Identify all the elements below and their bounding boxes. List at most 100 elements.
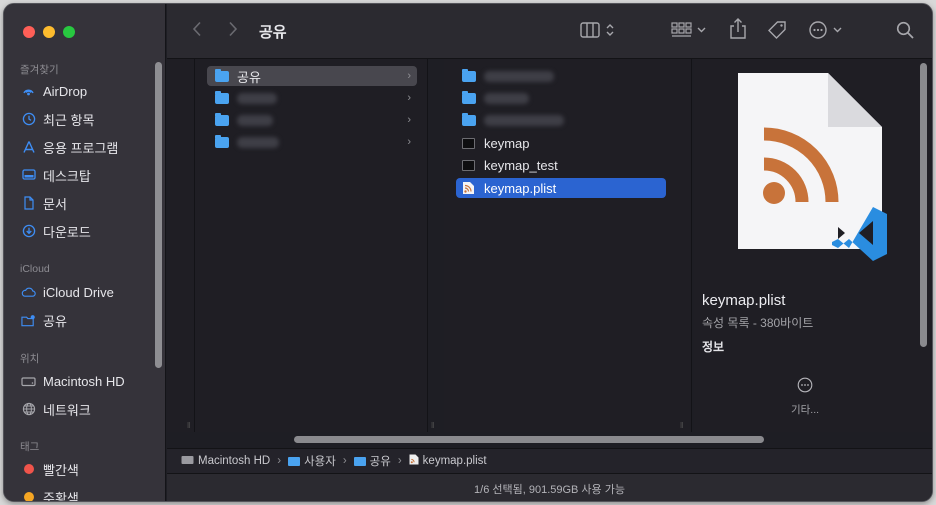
chevron-right-icon: › bbox=[407, 114, 411, 126]
more-button[interactable] bbox=[795, 377, 815, 397]
path-item-disk[interactable]: Macintosh HD bbox=[198, 455, 270, 467]
column-2: keymap keymap_test keymap.plist ‖ bbox=[444, 59, 692, 432]
tags-header: 태그 bbox=[20, 441, 40, 453]
search-button[interactable] bbox=[893, 21, 917, 43]
list-item[interactable]: › bbox=[207, 110, 417, 130]
more-label: 기타... bbox=[790, 404, 820, 416]
folder-icon bbox=[288, 456, 301, 466]
column-resize-handle[interactable]: ‖ bbox=[680, 421, 683, 430]
toolbar: 공유 bbox=[167, 4, 932, 59]
sidebar-item-desktop[interactable]: 데스크탑 bbox=[21, 164, 91, 186]
chevron-right-icon: › bbox=[407, 92, 411, 104]
more-actions-button[interactable] bbox=[807, 20, 847, 45]
path-item-shared[interactable]: 공유 bbox=[370, 453, 391, 469]
sidebar-item-downloads[interactable]: 다운로드 bbox=[21, 220, 91, 242]
column-resize-handle[interactable]: ‖ bbox=[187, 421, 190, 430]
view-mode-button[interactable] bbox=[579, 21, 619, 43]
list-item[interactable] bbox=[456, 66, 676, 86]
ellipsis-circle-icon bbox=[797, 377, 813, 398]
window-title: 공유 bbox=[259, 24, 287, 41]
globe-icon bbox=[21, 402, 36, 416]
horizontal-scrollbar[interactable] bbox=[294, 436, 764, 443]
sidebar-item-network[interactable]: 네트워크 bbox=[21, 398, 91, 420]
column-0: ‖ bbox=[167, 59, 195, 432]
sidebar-item-recents[interactable]: 최근 항목 bbox=[21, 108, 94, 130]
list-item[interactable] bbox=[456, 88, 676, 108]
column-browser: ‖ 공유 › › › › ‖ keymap keymap_test keymap… bbox=[167, 59, 932, 432]
folder-icon bbox=[462, 112, 476, 126]
redacted-name bbox=[237, 92, 277, 104]
document-icon bbox=[21, 196, 36, 210]
sidebar-item-tag-red[interactable]: 빨간색 bbox=[21, 458, 79, 480]
sidebar: 즐겨찾기 AirDrop 최근 항목 응용 프로그램 데스크탑 문서 다운로드 … bbox=[4, 4, 166, 501]
redacted-name bbox=[484, 92, 529, 104]
zoom-button[interactable] bbox=[63, 26, 75, 38]
finder-window: 즐겨찾기 AirDrop 최근 항목 응용 프로그램 데스크탑 문서 다운로드 … bbox=[3, 3, 933, 502]
download-icon bbox=[21, 224, 36, 238]
list-item-label: 공유 bbox=[237, 69, 261, 85]
list-item-shared-folder[interactable]: 공유 › bbox=[207, 66, 417, 86]
back-button[interactable] bbox=[187, 20, 207, 42]
chevron-right-icon: › bbox=[407, 136, 411, 148]
redacted-name bbox=[484, 114, 564, 126]
file-item-keymap[interactable]: keymap bbox=[456, 133, 676, 153]
folder-icon bbox=[215, 68, 229, 82]
list-item-label: keymap bbox=[484, 135, 530, 151]
forward-button[interactable] bbox=[223, 20, 243, 42]
sidebar-item-label: Macintosh HD bbox=[43, 373, 125, 389]
chevron-right-icon: › bbox=[397, 455, 402, 467]
redacted-name bbox=[237, 136, 279, 148]
folder-icon bbox=[215, 90, 229, 104]
column-1: 공유 › › › › ‖ bbox=[195, 59, 434, 432]
sidebar-item-label: 다운로드 bbox=[43, 224, 91, 240]
sidebar-item-shared[interactable]: 공유 bbox=[21, 309, 67, 331]
cloud-icon bbox=[21, 286, 36, 298]
close-button[interactable] bbox=[23, 26, 35, 38]
list-item[interactable] bbox=[456, 110, 676, 130]
airdrop-icon bbox=[21, 84, 36, 99]
path-item-users[interactable]: 사용자 bbox=[304, 453, 336, 469]
locations-header: 위치 bbox=[20, 353, 40, 365]
group-button[interactable] bbox=[670, 21, 710, 43]
folder-icon bbox=[462, 90, 476, 104]
ellipsis-circle-icon bbox=[808, 20, 846, 45]
sidebar-item-label: 네트워크 bbox=[43, 402, 91, 418]
sidebar-item-label: 응용 프로그램 bbox=[43, 140, 119, 156]
file-item-keymap-plist[interactable]: keymap.plist bbox=[456, 178, 666, 198]
folder-icon bbox=[215, 134, 229, 148]
rss-file-icon bbox=[409, 454, 419, 468]
list-item[interactable]: › bbox=[207, 88, 417, 108]
list-item[interactable]: › bbox=[207, 132, 417, 152]
red-tag-dot bbox=[23, 464, 34, 474]
status-bar: 1/6 선택됨, 901.59GB 사용 가능 bbox=[167, 473, 932, 501]
orange-tag-dot bbox=[23, 492, 34, 501]
tag-button[interactable] bbox=[765, 20, 789, 44]
sidebar-item-macintosh-hd[interactable]: Macintosh HD bbox=[21, 370, 125, 392]
preview-pane: keymap.plist 속성 목록 - 380바이트 정보 기타... bbox=[694, 59, 932, 432]
list-item-label: keymap.plist bbox=[484, 180, 557, 196]
folder-icon bbox=[462, 68, 476, 82]
sidebar-item-applications[interactable]: 응용 프로그램 bbox=[21, 136, 118, 158]
sidebar-item-label: 데스크탑 bbox=[43, 168, 91, 184]
executable-icon bbox=[462, 159, 475, 171]
sidebar-scrollbar[interactable] bbox=[155, 62, 162, 368]
sidebar-item-documents[interactable]: 문서 bbox=[21, 192, 67, 214]
tag-icon bbox=[767, 20, 787, 45]
sidebar-item-icloud-drive[interactable]: iCloud Drive bbox=[21, 281, 114, 303]
sidebar-item-label: 공유 bbox=[43, 313, 67, 329]
chevron-right-icon: › bbox=[407, 70, 411, 82]
file-item-keymap-test[interactable]: keymap_test bbox=[456, 155, 676, 175]
path-item-file[interactable]: keymap.plist bbox=[423, 455, 487, 467]
preview-filename: keymap.plist bbox=[702, 292, 786, 309]
folder-icon bbox=[215, 112, 229, 126]
share-button[interactable] bbox=[726, 17, 750, 43]
redacted-name bbox=[237, 114, 273, 126]
sidebar-item-airdrop[interactable]: AirDrop bbox=[21, 80, 87, 102]
preview-scrollbar[interactable] bbox=[920, 63, 927, 347]
sidebar-item-tag-orange[interactable]: 주황색 bbox=[21, 486, 79, 501]
sidebar-item-label: 빨간색 bbox=[43, 462, 79, 478]
chevron-right-icon: › bbox=[342, 455, 347, 467]
minimize-button[interactable] bbox=[43, 26, 55, 38]
chevron-right-icon bbox=[228, 21, 238, 42]
column-resize-handle[interactable]: ‖ bbox=[431, 421, 434, 430]
